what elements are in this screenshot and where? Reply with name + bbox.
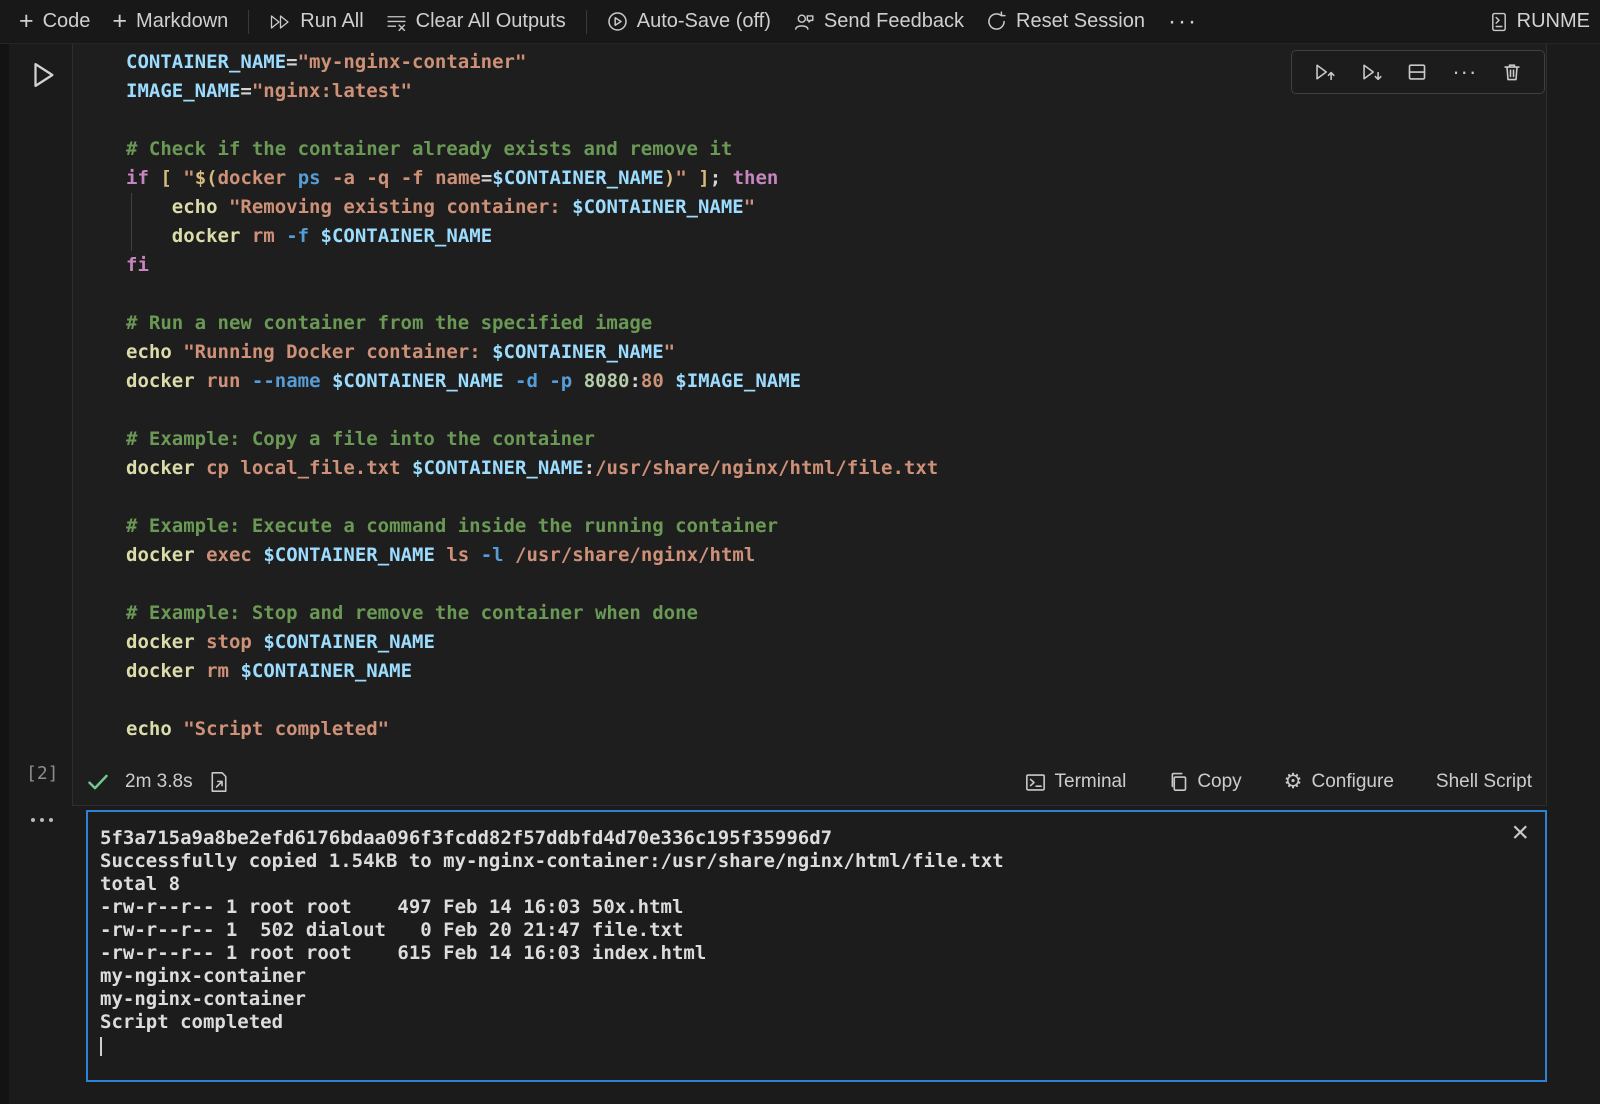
copy-label: Copy — [1197, 771, 1241, 793]
add-code-cell-button[interactable]: + Code — [8, 6, 101, 37]
cell-toolbar: ··· — [1291, 50, 1545, 94]
language-picker[interactable]: Shell Script — [1430, 770, 1538, 794]
clear-all-outputs-button[interactable]: Clear All Outputs — [375, 6, 577, 37]
output-menu-button[interactable] — [27, 814, 57, 826]
run-all-button[interactable]: Run All — [258, 6, 374, 37]
feedback-person-icon — [793, 12, 815, 32]
send-feedback-label: Send Feedback — [824, 10, 964, 33]
success-check-icon — [87, 773, 109, 791]
cell-duration: 2m 3.8s — [125, 771, 193, 793]
auto-save-label: Auto-Save (off) — [637, 10, 771, 33]
code-editor[interactable]: CONTAINER_NAME="my-nginx-container" IMAG… — [126, 48, 938, 744]
cell-more-actions-button[interactable]: ··· — [1449, 64, 1480, 80]
toolbar-separator — [586, 10, 587, 34]
configure-label: Configure — [1312, 771, 1394, 793]
more-actions-button[interactable]: ··· — [1156, 8, 1210, 36]
code-editor-region: CONTAINER_NAME="my-nginx-container" IMAG… — [73, 27, 1546, 753]
clear-all-outputs-label: Clear All Outputs — [416, 10, 566, 33]
clear-outputs-icon — [386, 13, 407, 31]
close-output-button[interactable]: × — [1507, 818, 1533, 848]
split-cell-button[interactable] — [1404, 59, 1430, 85]
add-markdown-label: Markdown — [136, 10, 228, 33]
configure-button[interactable]: ⚙ Configure — [1278, 770, 1400, 794]
plus-icon: + — [112, 12, 127, 30]
copy-icon — [1168, 772, 1188, 792]
run-cell-button[interactable] — [28, 58, 62, 92]
indent-guide — [131, 193, 132, 251]
runme-brand-label: RUNME — [1517, 10, 1590, 33]
cell-output-panel: 5f3a715a9a8be2efd6176bdaa096f3fcdd82f57d… — [86, 810, 1547, 1082]
execution-count: [2] — [26, 763, 59, 784]
execute-above-button[interactable] — [1311, 59, 1339, 85]
terminal-cursor — [100, 1037, 102, 1056]
cell-status-bar: 2m 3.8s Terminal Copy ⚙ Configure — [73, 759, 1546, 805]
gear-icon: ⚙ — [1284, 772, 1303, 792]
toolbar-separator — [248, 10, 249, 34]
output-text: 5f3a715a9a8be2efd6176bdaa096f3fcdd82f57d… — [88, 812, 1545, 1057]
execute-below-button[interactable] — [1358, 59, 1386, 85]
run-all-icon — [269, 13, 291, 31]
reset-session-button[interactable]: Reset Session — [975, 6, 1156, 37]
circle-play-icon — [607, 11, 628, 32]
runme-logo-icon — [1490, 11, 1508, 33]
notebook-toolbar: + Code + Markdown Run All Clear All Outp… — [0, 0, 1600, 44]
auto-save-toggle[interactable]: Auto-Save (off) — [596, 6, 782, 37]
plus-icon: + — [19, 12, 34, 30]
language-label: Shell Script — [1436, 771, 1532, 793]
saved-file-icon — [209, 771, 229, 793]
copy-button[interactable]: Copy — [1162, 770, 1247, 794]
code-cell: CONTAINER_NAME="my-nginx-container" IMAG… — [72, 26, 1547, 806]
runme-brand: RUNME — [1490, 10, 1590, 33]
add-code-label: Code — [43, 10, 91, 33]
reset-session-label: Reset Session — [1016, 10, 1145, 33]
run-all-label: Run All — [300, 10, 363, 33]
send-feedback-button[interactable]: Send Feedback — [782, 6, 975, 37]
add-markdown-cell-button[interactable]: + Markdown — [101, 6, 239, 37]
delete-cell-button[interactable] — [1499, 59, 1525, 85]
terminal-button[interactable]: Terminal — [1019, 770, 1133, 794]
reset-icon — [986, 11, 1007, 32]
editor-left-strip — [0, 44, 9, 1104]
terminal-icon — [1025, 773, 1046, 792]
terminal-label: Terminal — [1055, 771, 1127, 793]
